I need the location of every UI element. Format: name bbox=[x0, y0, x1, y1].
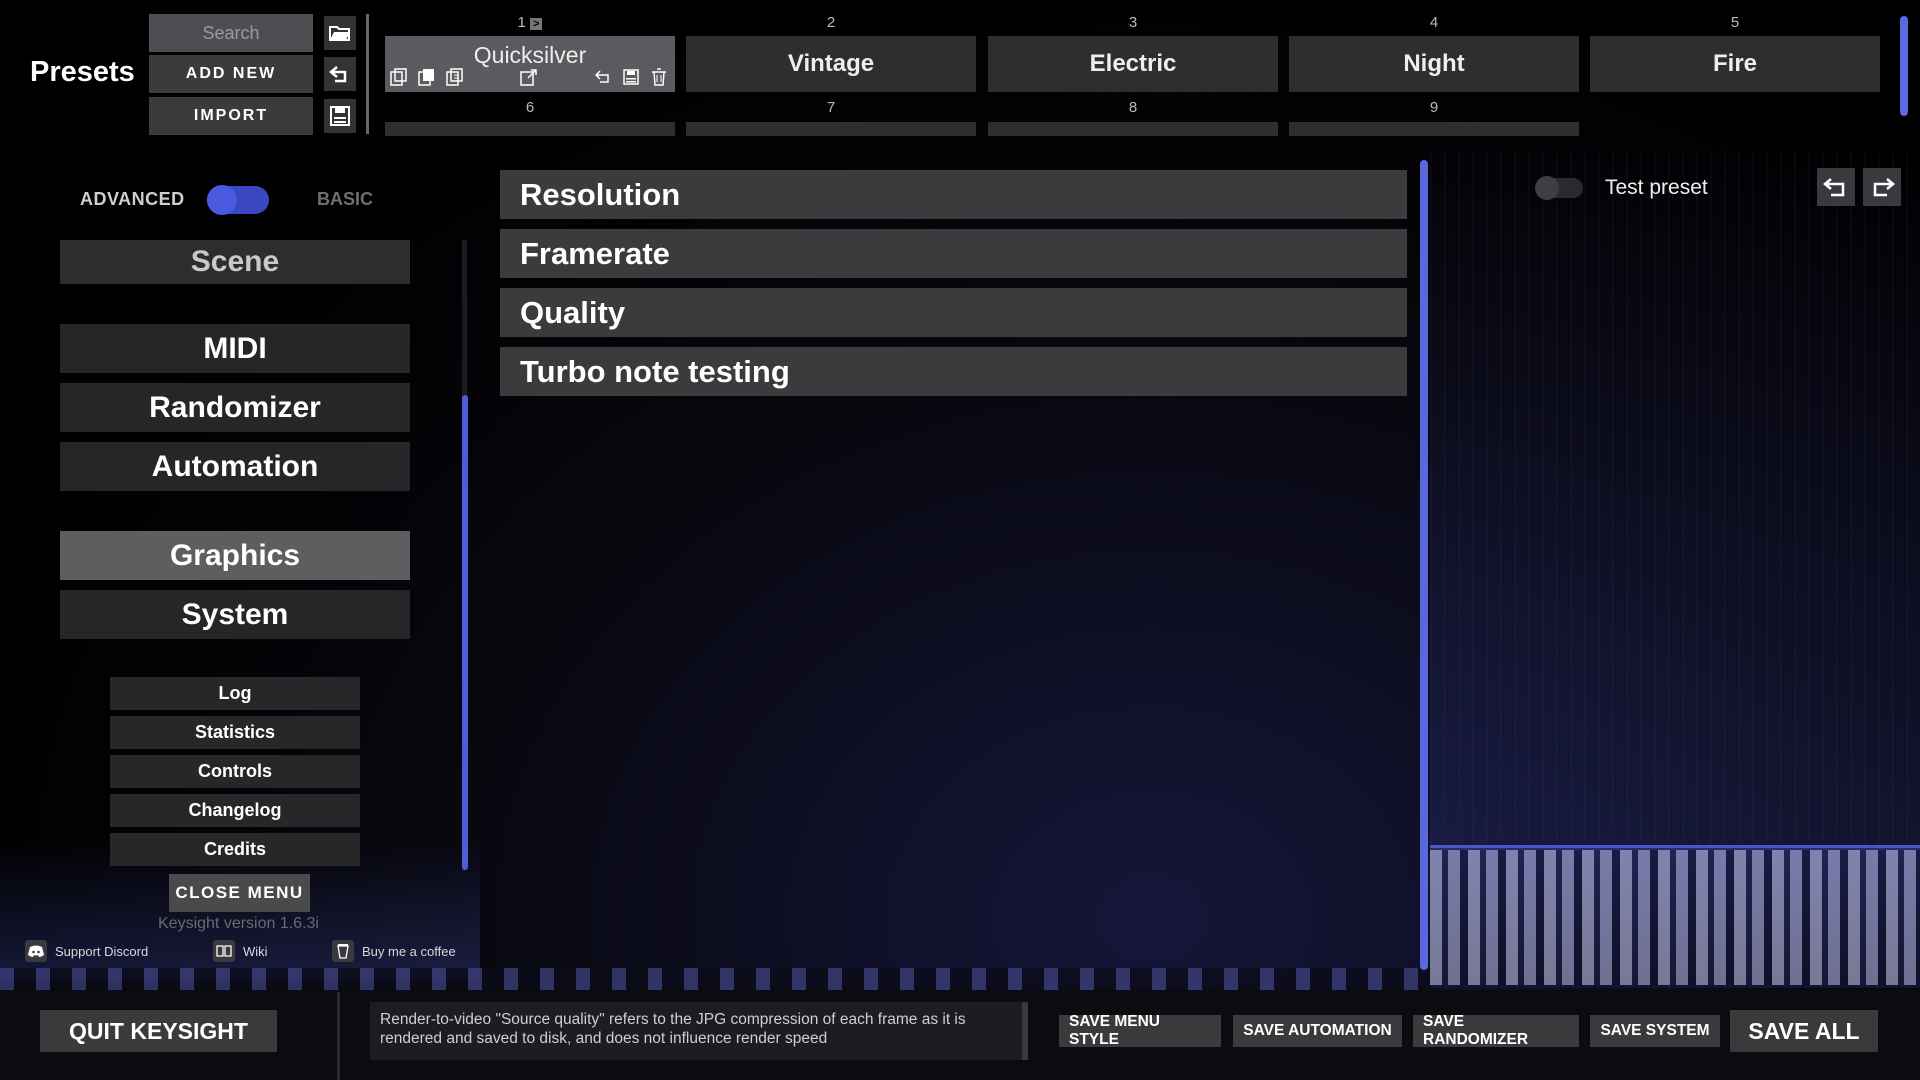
save-system-button[interactable]: SAVE SYSTEM bbox=[1590, 1015, 1720, 1047]
nav-scene[interactable]: Scene bbox=[60, 240, 410, 284]
piano-keys bbox=[1430, 850, 1920, 985]
test-preset-toggle[interactable] bbox=[1535, 176, 1583, 200]
presets-scrollbar[interactable] bbox=[1900, 16, 1908, 116]
book-icon bbox=[213, 940, 235, 962]
undo-icon[interactable] bbox=[324, 57, 356, 91]
nav-system[interactable]: System bbox=[60, 590, 410, 639]
preset-tools bbox=[388, 66, 670, 88]
add-new-button[interactable]: ADD NEW bbox=[149, 55, 313, 93]
coffee-icon bbox=[332, 940, 354, 962]
note-strip bbox=[0, 968, 1440, 992]
slot-number: 4 bbox=[1429, 14, 1439, 31]
slot-number: 9 bbox=[1429, 99, 1439, 116]
slot-number: 5 bbox=[1730, 14, 1740, 31]
slot-number: 6 bbox=[525, 99, 535, 116]
save-all-button[interactable]: SAVE ALL bbox=[1730, 1010, 1878, 1052]
save-automation-button[interactable]: SAVE AUTOMATION bbox=[1233, 1015, 1402, 1047]
open-folder-icon[interactable] bbox=[324, 16, 356, 50]
import-button[interactable]: IMPORT bbox=[149, 97, 313, 135]
discord-icon bbox=[25, 940, 47, 962]
nav-midi[interactable]: MIDI bbox=[60, 324, 410, 373]
toggle-knob bbox=[1535, 176, 1559, 200]
wiki-link[interactable]: Wiki bbox=[213, 940, 268, 962]
header-divider bbox=[366, 14, 369, 134]
coffee-link-label: Buy me a coffee bbox=[362, 943, 456, 959]
slot-number: 2 bbox=[826, 14, 836, 31]
settings-scrollbar[interactable] bbox=[1420, 160, 1428, 970]
nav-automation[interactable]: Automation bbox=[60, 442, 410, 491]
log-button[interactable]: Log bbox=[110, 677, 360, 710]
save-menu-style-button[interactable]: SAVE MENU STYLE bbox=[1059, 1013, 1221, 1048]
redo-icon bbox=[1873, 178, 1895, 197]
advanced-label: ADVANCED bbox=[80, 189, 185, 209]
close-menu-button[interactable]: CLOSE MENU bbox=[169, 874, 310, 912]
changelog-button[interactable]: Changelog bbox=[110, 794, 360, 827]
save-icon[interactable] bbox=[324, 99, 356, 133]
wiki-link-label: Wiki bbox=[243, 943, 268, 959]
preset-slot[interactable]: Fire bbox=[1590, 36, 1880, 92]
statistics-button[interactable]: Statistics bbox=[110, 716, 360, 749]
revert-icon[interactable] bbox=[592, 66, 614, 88]
controls-button[interactable]: Controls bbox=[110, 755, 360, 788]
section-quality[interactable]: Quality bbox=[500, 288, 1407, 337]
nav-graphics[interactable]: Graphics bbox=[60, 531, 410, 580]
quit-button[interactable]: QUIT KEYSIGHT bbox=[40, 1010, 277, 1052]
preset-slot[interactable]: Electric bbox=[988, 36, 1278, 92]
section-turbo-note-testing[interactable]: Turbo note testing bbox=[500, 347, 1407, 396]
slot-number: 7 bbox=[826, 99, 836, 116]
duplicate-icon[interactable] bbox=[416, 66, 438, 88]
export-icon[interactable] bbox=[518, 66, 540, 88]
discord-link[interactable]: Support Discord bbox=[25, 940, 148, 962]
test-preset-label: Test preset bbox=[1605, 176, 1708, 199]
preset-slot[interactable] bbox=[988, 122, 1278, 136]
discord-link-label: Support Discord bbox=[55, 943, 149, 959]
undo-icon bbox=[1823, 178, 1845, 197]
undo-button[interactable] bbox=[1817, 168, 1855, 206]
credits-button[interactable]: Credits bbox=[110, 833, 360, 866]
preset-slot[interactable] bbox=[1289, 122, 1579, 136]
version-label: Keysight version 1.6.3i bbox=[158, 915, 319, 932]
slot-number: 3 bbox=[1128, 14, 1138, 31]
save-randomizer-button[interactable]: SAVE RANDOMIZER bbox=[1413, 1013, 1579, 1048]
preset-name: Quicksilver bbox=[473, 42, 587, 68]
copy-icon[interactable] bbox=[388, 66, 410, 88]
nav-randomizer[interactable]: Randomizer bbox=[60, 383, 410, 432]
save-preset-icon[interactable] bbox=[620, 66, 642, 88]
paste-icon[interactable] bbox=[444, 66, 466, 88]
preset-slot[interactable] bbox=[385, 122, 675, 136]
section-resolution[interactable]: Resolution bbox=[500, 170, 1407, 219]
redo-button[interactable] bbox=[1863, 168, 1901, 206]
slot-number: 1 > bbox=[385, 14, 675, 31]
nav-scrollbar[interactable] bbox=[462, 395, 468, 870]
preset-slot[interactable]: Night bbox=[1289, 36, 1579, 92]
preset-slot[interactable] bbox=[686, 122, 976, 136]
visualizer-background bbox=[1430, 150, 1920, 850]
preset-slot[interactable]: Vintage bbox=[686, 36, 976, 92]
coffee-link[interactable]: Buy me a coffee bbox=[332, 940, 456, 962]
slot-number: 8 bbox=[1128, 99, 1138, 116]
toggle-knob bbox=[207, 185, 237, 215]
hint-text: Render-to-video "Source quality" refers … bbox=[370, 1002, 1028, 1060]
mode-toggle[interactable] bbox=[207, 185, 269, 215]
section-framerate[interactable]: Framerate bbox=[500, 229, 1407, 278]
presets-title: Presets bbox=[30, 56, 135, 88]
preset-search-input[interactable]: Search bbox=[149, 14, 313, 52]
play-icon[interactable]: > bbox=[530, 18, 543, 30]
delete-icon[interactable] bbox=[648, 66, 670, 88]
basic-label: BASIC bbox=[317, 189, 374, 209]
